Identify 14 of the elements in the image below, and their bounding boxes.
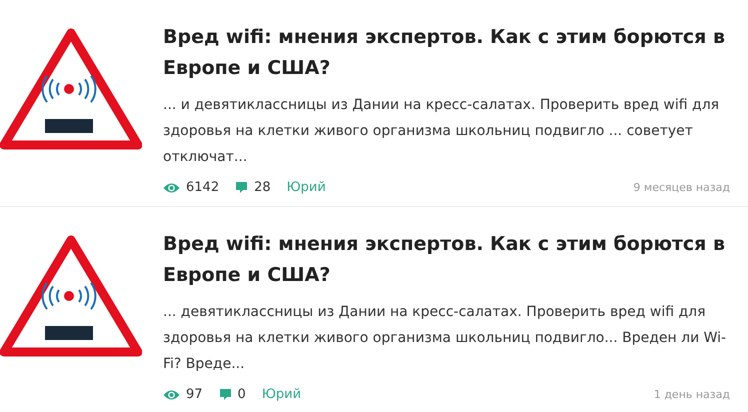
post-date: 1 день назад xyxy=(654,388,730,401)
comment-count: 28 xyxy=(254,180,271,195)
comment-count: 0 xyxy=(238,387,246,402)
view-count: 6142 xyxy=(186,180,220,195)
article-title[interactable]: Вред wifi: мнения экспертов. Как с этим борются в Европе и США? xyxy=(163,22,730,84)
article-title[interactable]: Вред wifi: мнения экспертов. Как с этим борются в Европе и США? xyxy=(163,229,730,291)
article-excerpt: ... и девятиклассницы из Дании на кресс-салатах. Проверить вред wifi для здоровья на клетки живого организма школьниц подвигло ... советует отключат... xyxy=(163,96,720,167)
article-excerpt: ... девятиклассницы из Дании на кресс-салатах. Проверить вред wifi для здоровья на клетки живого организма школьниц подвигло... Вреден ли Wi-Fi? Вреде... xyxy=(163,303,728,374)
comment-icon xyxy=(218,388,232,401)
view-count: 97 xyxy=(186,387,203,402)
comment-icon xyxy=(235,181,248,194)
eye-icon xyxy=(163,182,180,194)
eye-icon xyxy=(163,388,180,400)
post-date: 9 месяцев назад xyxy=(633,181,730,194)
